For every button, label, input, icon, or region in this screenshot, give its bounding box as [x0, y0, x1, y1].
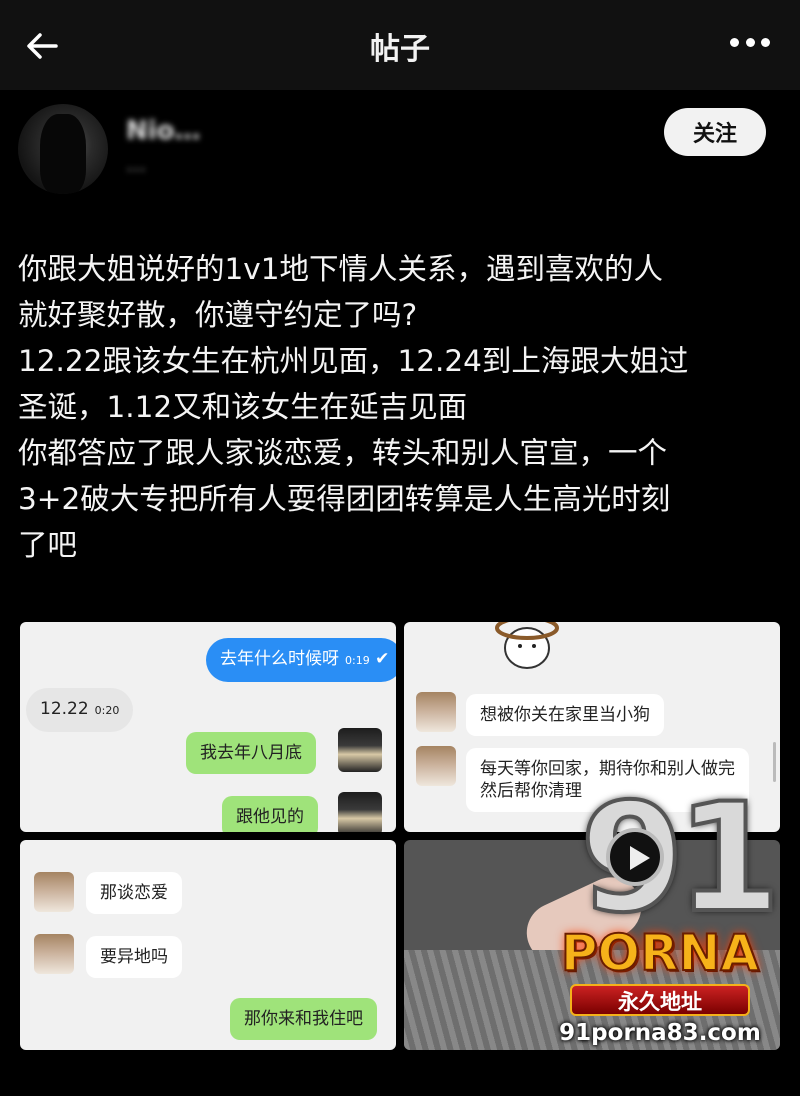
- chat-bubble-sent: 那你来和我住吧: [230, 998, 377, 1040]
- chat-bubble-received: 那谈恋爱: [86, 872, 182, 914]
- watermark-brand: PORNA: [560, 923, 760, 983]
- avatar: [34, 934, 74, 974]
- avatar: [416, 692, 456, 732]
- avatar: [338, 728, 382, 772]
- follow-button[interactable]: 关注: [664, 108, 766, 156]
- post-text: 你跟大姐说好的1v1地下情人关系，遇到喜欢的人 就好聚好散，你遵守约定了吗? 1…: [18, 252, 689, 562]
- scrollbar: [773, 742, 776, 782]
- author-handle: …: [126, 152, 146, 176]
- author-info[interactable]: Nio… …: [126, 116, 326, 182]
- top-bar: 帖子: [0, 0, 800, 90]
- watermark-url: 91porna83.com: [559, 1020, 761, 1046]
- chat-bubble-sent: 我去年八月底: [186, 732, 316, 774]
- chat-bubble-received: 12.22 0:20: [26, 688, 134, 732]
- avatar: [416, 746, 456, 786]
- play-icon: [606, 828, 664, 886]
- chat-bubble-sent: 跟他见的: [222, 796, 318, 832]
- avatar: [338, 792, 382, 832]
- avatar[interactable]: [18, 104, 108, 194]
- page-title: 帖子: [370, 32, 430, 67]
- watermark-logo: 91 PORNA 永久地址 91porna83.com: [540, 782, 783, 1054]
- watermark-tag: 永久地址: [570, 984, 750, 1016]
- more-horizontal-icon[interactable]: [730, 38, 770, 52]
- chat-bubble-sent: 去年什么时候呀 0:19 ✔: [206, 638, 396, 682]
- chat-bubble-received: 想被你关在家里当小狗: [466, 694, 664, 736]
- sticker-icon: [495, 622, 559, 669]
- chat-bubble-received: 要异地吗: [86, 936, 182, 978]
- check-icon: ✔: [375, 649, 390, 669]
- author-name: Nio…: [126, 116, 201, 146]
- post-image-3[interactable]: 那谈恋爱 要异地吗 那你来和我住吧: [20, 840, 396, 1050]
- avatar: [34, 872, 74, 912]
- post-image-1[interactable]: 去年什么时候呀 0:19 ✔ 12.22 0:20 我去年八月底 跟他见的: [20, 622, 396, 832]
